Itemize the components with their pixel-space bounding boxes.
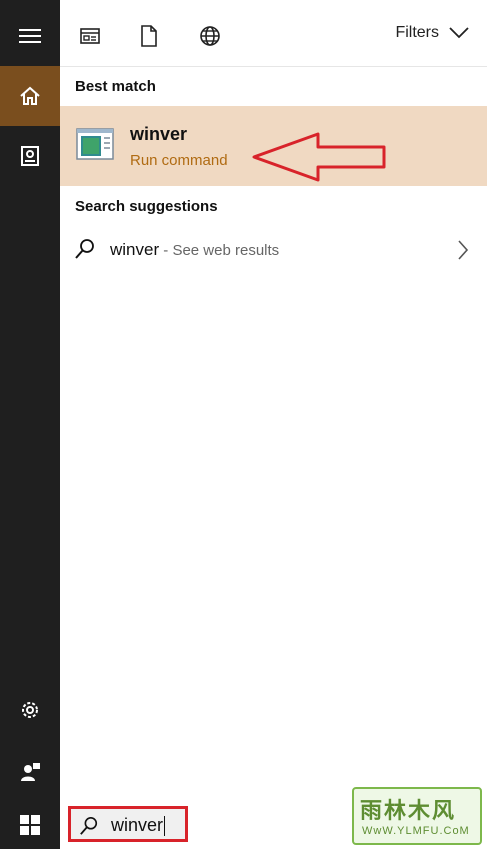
watermark-title: 雨林木风 <box>360 798 457 823</box>
search-suggestions-heading: Search suggestions <box>75 198 218 215</box>
start-button[interactable] <box>0 800 60 849</box>
web-icon <box>200 26 220 46</box>
notebook-icon <box>21 146 39 166</box>
filters-label: Filters <box>395 24 439 41</box>
run-command-app-icon <box>76 128 114 160</box>
filter-toolbar: Filters <box>60 0 487 67</box>
text-caret <box>164 816 166 837</box>
annotation-arrow <box>252 132 386 182</box>
start-sidebar <box>0 0 60 849</box>
watermark-url: WwW.YLMFU.CoM <box>362 825 470 837</box>
web-suggestion-item[interactable]: winver - See web results <box>60 228 487 272</box>
suggestion-text: winver - See web results <box>110 240 279 260</box>
settings-button[interactable] <box>0 682 60 738</box>
suggestion-suffix: - See web results <box>159 242 280 259</box>
user-feedback-icon <box>21 763 40 781</box>
search-icon <box>75 239 94 259</box>
chevron-right-icon <box>458 240 469 260</box>
watermark-logo: 雨林木风 WwW.YLMFU.CoM <box>352 787 482 845</box>
chevron-down-icon <box>449 27 469 39</box>
documents-filter-button[interactable] <box>135 22 163 50</box>
notebook-button[interactable] <box>0 128 60 184</box>
home-icon <box>20 86 40 105</box>
hamburger-menu-button[interactable] <box>0 8 60 64</box>
hamburger-menu-icon <box>19 29 41 43</box>
best-match-heading: Best match <box>75 78 156 95</box>
search-input-value: winver <box>111 815 166 837</box>
feedback-button[interactable] <box>0 744 60 800</box>
filters-dropdown[interactable]: Filters <box>395 24 469 42</box>
windows-logo-icon <box>20 814 40 835</box>
suggestion-query: winver <box>110 240 160 259</box>
search-results-panel: Filters Best match winver Run command Se… <box>60 0 487 800</box>
search-input[interactable]: winver <box>68 806 188 842</box>
gear-icon <box>22 702 38 718</box>
search-value-text: winver <box>111 815 164 835</box>
apps-filter-button[interactable] <box>76 22 104 50</box>
documents-icon <box>141 25 157 47</box>
search-icon <box>80 817 98 835</box>
best-match-subtitle: Run command <box>130 152 228 169</box>
home-button[interactable] <box>0 66 60 126</box>
best-match-title: winver <box>130 124 188 144</box>
web-filter-button[interactable] <box>196 22 224 50</box>
apps-icon <box>80 28 100 44</box>
